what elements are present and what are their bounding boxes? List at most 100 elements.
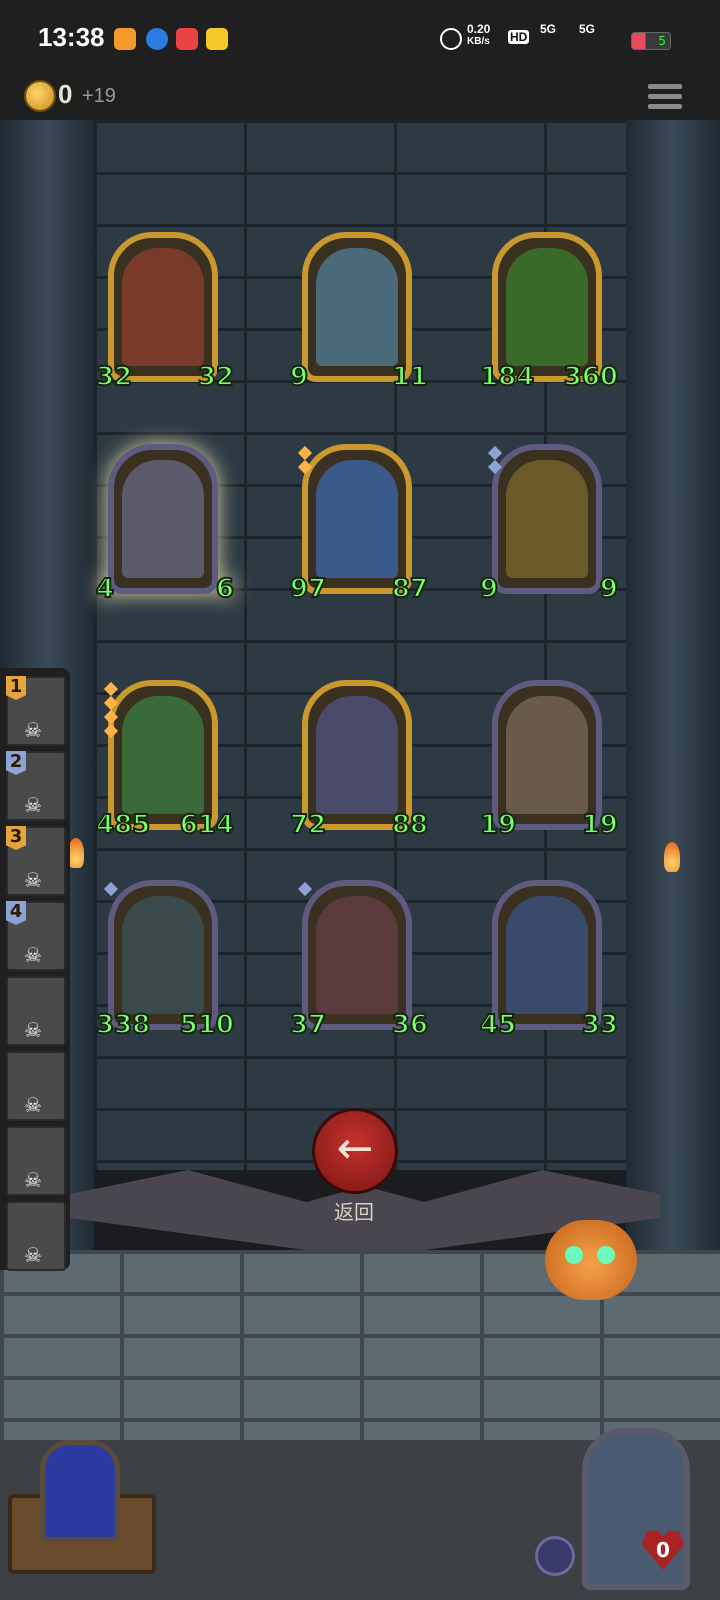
health-value: 6 — [215, 573, 235, 605]
attack-value: 97 — [289, 573, 327, 605]
back-label: 返回 — [334, 1200, 374, 1224]
minion-card[interactable]: 485 614 — [95, 680, 235, 841]
rank-badge: 2 — [6, 751, 26, 775]
torch-icon — [664, 842, 680, 872]
health-value: 360 — [563, 361, 619, 393]
opponent-slot[interactable]: 4 ☠ — [6, 901, 66, 971]
card-frame — [302, 880, 412, 1030]
alarm-icon — [440, 28, 462, 50]
minion-art — [122, 248, 204, 366]
deck-button[interactable] — [40, 1440, 120, 1542]
card-frame — [108, 444, 218, 594]
opponent-slot[interactable]: ☠ — [6, 1201, 66, 1271]
attack-value: 9 — [289, 361, 309, 393]
hamburger-menu-icon[interactable] — [648, 84, 682, 116]
net-speed-value: 0.20 — [467, 22, 491, 36]
pumpkin-icon[interactable] — [545, 1220, 637, 1300]
attack-value: 32 — [95, 361, 133, 393]
opponent-slot[interactable]: ☠ — [6, 976, 66, 1046]
minion-card[interactable]: 19 19 — [479, 680, 619, 841]
minion-art — [506, 248, 588, 366]
opponent-slot[interactable]: 3 ☠ — [6, 826, 66, 896]
minion-art — [506, 460, 588, 578]
rank-badge: 3 — [6, 826, 26, 850]
round-sidebar: 1 ☠ 2 ☠ 3 ☠ 4 ☠ ☠ ☠ ☠ ☠ — [0, 668, 70, 1271]
opponent-slot[interactable]: ☠ — [6, 1126, 66, 1196]
right-pillar — [626, 120, 720, 1260]
minion-card[interactable]: 338 510 — [95, 880, 235, 1041]
health-value: 88 — [391, 809, 429, 841]
rank-badge: 1 — [6, 676, 26, 700]
attack-value: 4 — [95, 573, 115, 605]
attack-value: 338 — [95, 1009, 151, 1041]
minion-art — [506, 896, 588, 1014]
clock: 13:38 — [38, 22, 105, 52]
health-value: 32 — [197, 361, 235, 393]
rank-badge: 4 — [6, 901, 26, 925]
minion-card[interactable]: 99 — [479, 444, 619, 605]
health-value: 614 — [179, 809, 235, 841]
minion-art — [506, 696, 588, 814]
minion-card[interactable]: 72 88 — [289, 680, 429, 841]
card-frame — [108, 680, 218, 830]
attack-value: 19 — [479, 809, 517, 841]
minion-art — [316, 460, 398, 578]
health-value: 9 — [599, 573, 619, 605]
app-notification-icon — [114, 28, 136, 50]
health-value: 36 — [391, 1009, 429, 1041]
hero-portrait[interactable] — [582, 1428, 690, 1590]
card-frame — [492, 444, 602, 594]
card-frame — [108, 232, 218, 382]
app-notification-icon — [176, 28, 198, 50]
skull-icon: ☠ — [24, 718, 42, 742]
attack-value: 37 — [289, 1009, 327, 1041]
minion-card[interactable]: 32 32 — [95, 232, 235, 393]
battery-level: 5 — [658, 34, 666, 48]
minion-card[interactable]: 37 36 — [289, 880, 429, 1041]
skull-icon: ☠ — [24, 943, 42, 967]
opponent-slot[interactable]: 2 ☠ — [6, 751, 66, 821]
attack-value: 9 — [479, 573, 499, 605]
card-frame — [302, 232, 412, 382]
battery-icon: 5 — [631, 32, 671, 50]
card-frame — [302, 444, 412, 594]
minion-card[interactable]: 46 — [95, 444, 235, 605]
health-value: 11 — [391, 361, 429, 393]
arrow-left-icon: ← — [336, 1123, 374, 1174]
net-speed-unit: KB/s — [467, 36, 490, 47]
minion-card[interactable]: 45 33 — [479, 880, 619, 1041]
skull-icon: ☠ — [24, 1168, 42, 1192]
card-frame — [108, 880, 218, 1030]
health-value: 510 — [179, 1009, 235, 1041]
shield-icon — [535, 1536, 575, 1576]
skull-icon: ☠ — [24, 1018, 42, 1042]
attack-value: 72 — [289, 809, 327, 841]
skull-icon: ☠ — [24, 793, 42, 817]
minion-art — [316, 896, 398, 1014]
minion-card[interactable]: 9 11 — [289, 232, 429, 393]
opponent-slot[interactable]: ☠ — [6, 1051, 66, 1121]
card-frame — [302, 680, 412, 830]
skull-icon: ☠ — [24, 1243, 42, 1267]
minion-art — [122, 896, 204, 1014]
coin-icon — [24, 80, 56, 112]
card-frame — [492, 880, 602, 1030]
app-notification-icon — [146, 28, 168, 50]
minion-card[interactable]: 97 87 — [289, 444, 429, 605]
minion-art — [122, 696, 204, 814]
opponent-slot[interactable]: 1 ☠ — [6, 676, 66, 746]
signal-1: 5G — [540, 22, 557, 36]
hd-badge: HD — [508, 30, 530, 44]
attack-value: 184 — [479, 361, 535, 393]
attack-value: 45 — [479, 1009, 517, 1041]
app-notification-icon — [206, 28, 228, 50]
minion-art — [316, 696, 398, 814]
net-speed: 0.20 KB/s — [467, 22, 490, 47]
health-value: 19 — [581, 809, 619, 841]
minion-card[interactable]: 184 360 — [479, 232, 619, 393]
minion-art — [316, 248, 398, 366]
health-value: 87 — [391, 573, 429, 605]
torch-icon — [68, 838, 84, 868]
card-frame — [492, 680, 602, 830]
back-button[interactable]: ← — [312, 1108, 398, 1194]
